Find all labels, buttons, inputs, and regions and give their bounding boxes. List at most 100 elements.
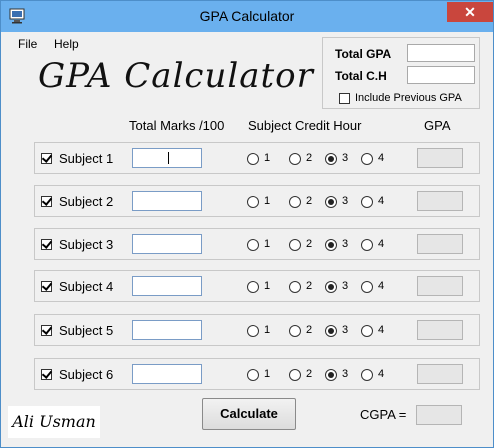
credit-radio-3[interactable]: [325, 196, 337, 208]
subject-row: Subject 2 1 2 3 4: [34, 185, 480, 217]
credit-radio-label: 3: [342, 238, 349, 250]
credit-radio-1[interactable]: [247, 325, 259, 337]
close-button[interactable]: ✕: [447, 2, 493, 22]
gpa-output: [417, 364, 463, 384]
title-bar[interactable]: GPA Calculator ✕: [1, 1, 493, 32]
gpa-output: [417, 276, 463, 296]
marks-input[interactable]: [132, 234, 202, 254]
credit-radio-4[interactable]: [361, 325, 373, 337]
column-header-marks: Total Marks /100: [129, 118, 225, 133]
subject-checkbox[interactable]: [41, 369, 52, 380]
subject-label: Subject 3: [59, 237, 114, 252]
credit-radio-4[interactable]: [361, 153, 373, 165]
subject-checkbox[interactable]: [41, 153, 52, 164]
marks-input[interactable]: [132, 191, 202, 211]
credit-radio-3[interactable]: [325, 325, 337, 337]
subject-row: Subject 3 1 2 3 4: [34, 228, 480, 260]
credit-radio-label: 3: [342, 195, 349, 207]
total-ch-label: Total C.H: [335, 69, 387, 83]
text-caret: [168, 152, 169, 164]
credit-radio-label: 1: [264, 152, 271, 164]
credit-radio-1[interactable]: [247, 153, 259, 165]
subject-row: Subject 5 1 2 3 4: [34, 314, 480, 346]
menu-file[interactable]: File: [18, 37, 37, 51]
cgpa-field: [416, 405, 462, 425]
credit-radio-label: 4: [378, 238, 385, 250]
summary-panel: Total GPA Total C.H Include Previous GPA: [322, 37, 480, 109]
subject-checkbox[interactable]: [41, 239, 52, 250]
subject-checkbox[interactable]: [41, 325, 52, 336]
subject-checkbox[interactable]: [41, 281, 52, 292]
subject-label: Subject 1: [59, 151, 114, 166]
credit-radio-label: 2: [306, 152, 313, 164]
credit-radio-3[interactable]: [325, 239, 337, 251]
credit-radio-label: 3: [342, 368, 349, 380]
marks-input[interactable]: [132, 320, 202, 340]
credit-radio-4[interactable]: [361, 281, 373, 293]
credit-radio-1[interactable]: [247, 239, 259, 251]
credit-radio-3[interactable]: [325, 369, 337, 381]
credit-radio-label: 4: [378, 368, 385, 380]
credit-radio-label: 1: [264, 280, 271, 292]
window-title: GPA Calculator: [199, 8, 295, 24]
credit-radio-4[interactable]: [361, 196, 373, 208]
credit-radio-label: 1: [264, 238, 271, 250]
include-previous-label: Include Previous GPA: [355, 92, 462, 104]
credit-radio-label: 2: [306, 195, 313, 207]
cgpa-label: CGPA =: [360, 407, 407, 422]
credit-radio-label: 4: [378, 195, 385, 207]
total-gpa-label: Total GPA: [335, 47, 392, 61]
gpa-output: [417, 234, 463, 254]
menu-help[interactable]: Help: [54, 37, 79, 51]
credit-radio-label: 4: [378, 324, 385, 336]
credit-radio-label: 1: [264, 324, 271, 336]
page-title: GPA Calculator: [38, 56, 314, 96]
credit-radio-label: 2: [306, 280, 313, 292]
credit-radio-2[interactable]: [289, 325, 301, 337]
credit-radio-3[interactable]: [325, 281, 337, 293]
marks-input[interactable]: [132, 276, 202, 296]
credit-radio-label: 2: [306, 368, 313, 380]
total-ch-field[interactable]: [407, 66, 475, 84]
credit-radio-2[interactable]: [289, 239, 301, 251]
credit-radio-label: 1: [264, 368, 271, 380]
credit-radio-label: 3: [342, 152, 349, 164]
gpa-output: [417, 320, 463, 340]
marks-input[interactable]: [132, 148, 202, 168]
calculate-button[interactable]: Calculate: [202, 398, 296, 430]
credit-radio-label: 1: [264, 195, 271, 207]
credit-radio-2[interactable]: [289, 196, 301, 208]
column-header-gpa: GPA: [424, 118, 451, 133]
subject-checkbox[interactable]: [41, 196, 52, 207]
client-area: File Help GPA Calculator Total GPA Total…: [8, 32, 486, 442]
credit-radio-label: 4: [378, 152, 385, 164]
marks-input[interactable]: [132, 364, 202, 384]
credit-radio-2[interactable]: [289, 369, 301, 381]
credit-radio-label: 3: [342, 324, 349, 336]
credit-radio-1[interactable]: [247, 196, 259, 208]
credit-radio-label: 3: [342, 280, 349, 292]
credit-radio-4[interactable]: [361, 239, 373, 251]
subject-label: Subject 2: [59, 194, 114, 209]
subject-row: Subject 1 1 2 3 4: [34, 142, 480, 174]
subject-label: Subject 4: [59, 279, 114, 294]
include-previous-checkbox[interactable]: [339, 93, 350, 104]
credit-radio-2[interactable]: [289, 281, 301, 293]
column-header-credit: Subject Credit Hour: [248, 118, 362, 133]
credit-radio-1[interactable]: [247, 281, 259, 293]
credit-radio-4[interactable]: [361, 369, 373, 381]
credit-radio-2[interactable]: [289, 153, 301, 165]
subject-row: Subject 6 1 2 3 4: [34, 358, 480, 390]
credit-radio-label: 2: [306, 324, 313, 336]
total-gpa-field[interactable]: [407, 44, 475, 62]
subject-row: Subject 4 1 2 3 4: [34, 270, 480, 302]
credit-radio-label: 4: [378, 280, 385, 292]
gpa-output: [417, 148, 463, 168]
subject-label: Subject 6: [59, 367, 114, 382]
gpa-output: [417, 191, 463, 211]
subject-label: Subject 5: [59, 323, 114, 338]
credit-radio-3[interactable]: [325, 153, 337, 165]
gpa-calculator-window: GPA Calculator ✕ File Help GPA Calculato…: [0, 0, 494, 448]
credit-radio-label: 2: [306, 238, 313, 250]
credit-radio-1[interactable]: [247, 369, 259, 381]
